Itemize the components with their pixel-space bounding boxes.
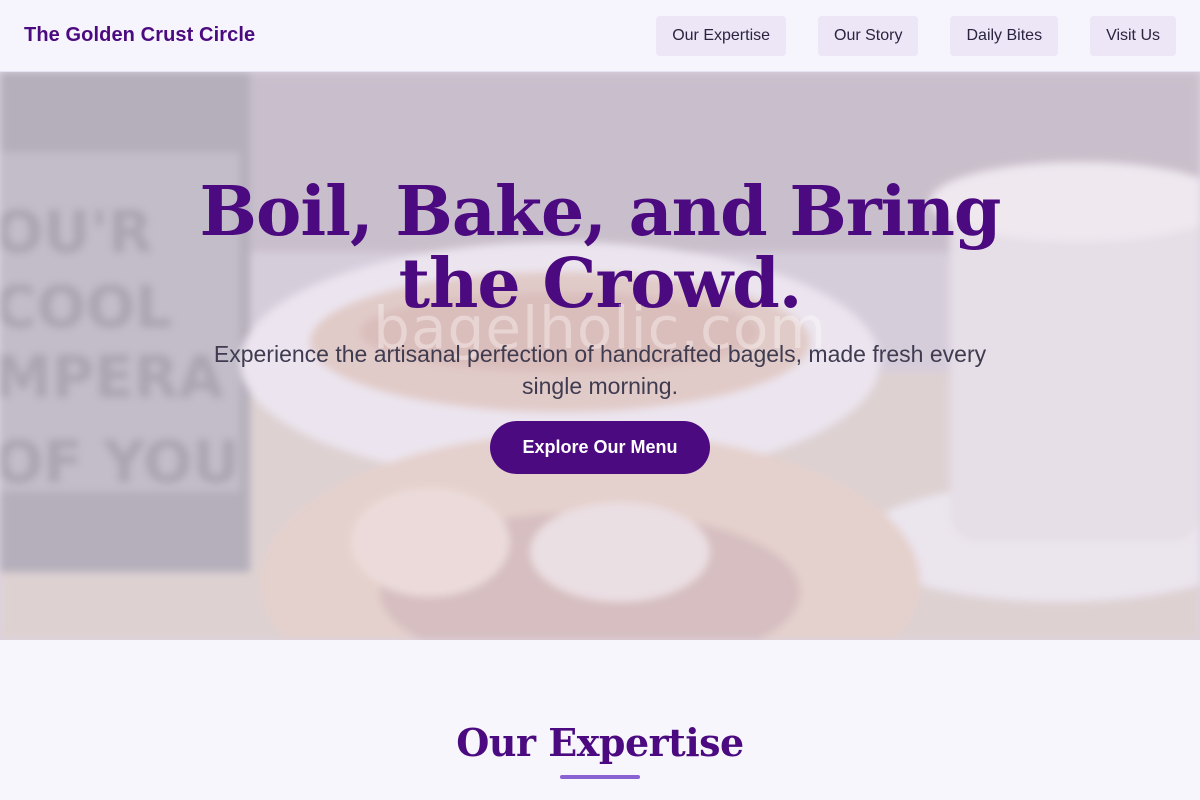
brand-logo-text[interactable]: The Golden Crust Circle — [24, 24, 255, 47]
site-header: The Golden Crust Circle Our Expertise Ou… — [0, 0, 1200, 72]
expertise-section: Our Expertise — [0, 640, 1200, 800]
nav-item-daily-bites[interactable]: Daily Bites — [950, 15, 1059, 56]
nav-item-our-story[interactable]: Our Story — [818, 15, 919, 56]
nav-item-visit-us[interactable]: Visit Us — [1090, 15, 1176, 56]
section-title-underline — [560, 775, 640, 779]
hero-section: OU'R COOL MPERA OF YOU Boil, Bake, and B… — [0, 72, 1200, 640]
nav-item-our-expertise[interactable]: Our Expertise — [656, 15, 787, 56]
hero-subtitle: Experience the artisanal perfection of h… — [213, 341, 987, 399]
main-nav: Our Expertise Our Story Daily Bites Visi… — [656, 15, 1176, 56]
section-title: Our Expertise — [456, 720, 744, 765]
hero-content: Boil, Bake, and Bring the Crowd. bagelho… — [0, 72, 1200, 640]
explore-menu-button[interactable]: Explore Our Menu — [490, 421, 710, 474]
